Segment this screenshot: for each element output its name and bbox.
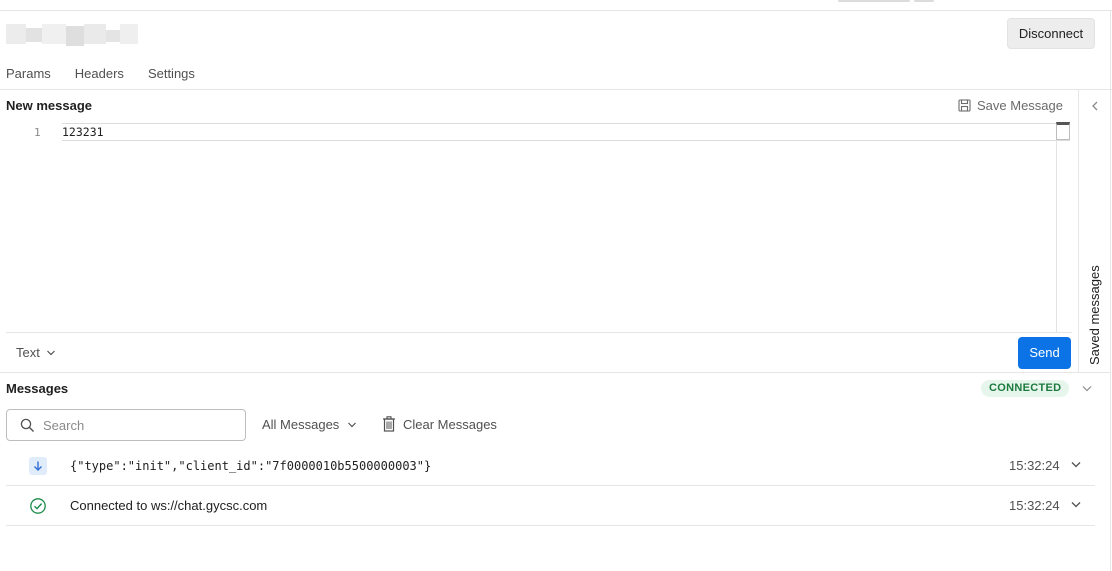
editor-bottom-divider — [6, 332, 1072, 333]
line-number: 1 — [34, 126, 41, 139]
search-field[interactable] — [6, 409, 246, 441]
saved-messages-toggle[interactable]: Saved messages — [1087, 265, 1103, 365]
top-tab-fragment — [914, 0, 934, 2]
message-content: {"type":"init","client_id":"7f0000010b55… — [70, 459, 432, 473]
message-filter-select[interactable]: All Messages — [262, 417, 357, 432]
request-tabs: Params Headers Settings — [6, 66, 195, 82]
message-row[interactable]: Connected to ws://chat.gycsc.com 15:32:2… — [6, 486, 1095, 526]
clear-messages-label: Clear Messages — [403, 416, 497, 432]
messages-title: Messages — [6, 381, 69, 396]
chevron-down-icon[interactable] — [1070, 460, 1082, 469]
websocket-request-panel: Disconnect Params Headers Settings New m… — [0, 0, 1112, 571]
tabs-divider — [0, 89, 1112, 90]
active-line-highlight — [62, 123, 1070, 141]
search-input[interactable] — [43, 416, 239, 434]
redacted-url[interactable] — [6, 24, 138, 46]
check-circle-icon — [30, 498, 46, 514]
section-divider — [0, 372, 1110, 373]
tab-settings[interactable]: Settings — [148, 66, 195, 82]
message-editor[interactable]: 1 123231 — [6, 122, 1072, 332]
top-strip — [0, 0, 1112, 11]
new-message-title: New message — [6, 98, 92, 113]
chevron-down-icon[interactable] — [1070, 500, 1082, 509]
clear-messages-button[interactable]: Clear Messages — [382, 416, 497, 432]
message-row[interactable]: {"type":"init","client_id":"7f0000010b55… — [6, 446, 1095, 486]
trash-icon — [383, 416, 395, 432]
connection-status-badge: CONNECTED — [981, 380, 1070, 397]
tab-headers[interactable]: Headers — [75, 66, 124, 82]
message-format-select[interactable]: Text — [16, 345, 56, 360]
chevron-down-icon[interactable] — [1081, 384, 1093, 393]
chevron-down-icon — [46, 350, 55, 355]
message-timestamp: 15:32:24 — [1009, 458, 1060, 473]
message-filter-label: All Messages — [262, 417, 340, 432]
tab-params[interactable]: Params — [6, 66, 51, 82]
message-timestamp: 15:32:24 — [1009, 498, 1060, 513]
disconnect-button[interactable]: Disconnect — [1007, 18, 1095, 49]
editor-scrollbar-thumb[interactable] — [1056, 122, 1070, 140]
side-panel-divider — [1078, 90, 1079, 373]
arrow-down-icon — [29, 457, 47, 475]
save-message-label: Save Message — [977, 98, 1063, 113]
save-icon — [958, 99, 971, 112]
editor-content[interactable]: 123231 — [62, 125, 104, 139]
top-tab-fragment — [838, 0, 910, 2]
editor-scrollbar-track — [1056, 122, 1057, 332]
panel-border — [1110, 11, 1111, 571]
chevron-left-icon[interactable] — [1089, 99, 1101, 113]
save-message-button[interactable]: Save Message — [958, 98, 1063, 113]
message-content: Connected to ws://chat.gycsc.com — [70, 498, 268, 513]
send-button[interactable]: Send — [1018, 337, 1071, 369]
search-icon — [20, 418, 34, 432]
chevron-down-icon — [348, 422, 357, 427]
message-format-label: Text — [16, 345, 40, 360]
